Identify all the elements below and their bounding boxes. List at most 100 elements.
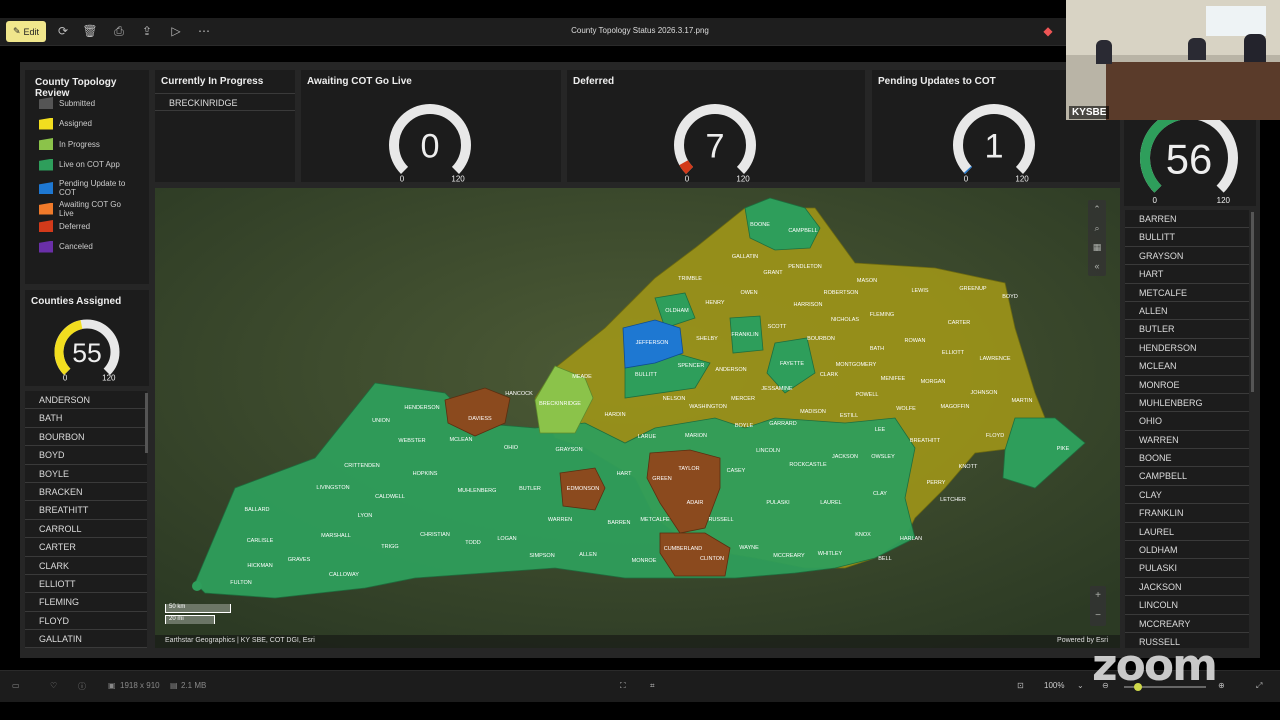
county-label[interactable]: CALLOWAY [329, 572, 359, 578]
county-label[interactable]: PULASKI [766, 500, 790, 506]
zoom-out-icon[interactable]: − [1090, 606, 1106, 626]
county-label[interactable]: MONTGOMERY [836, 362, 877, 368]
fullscreen-icon[interactable]: ⤢ [1256, 681, 1262, 691]
county-label[interactable]: LEWIS [911, 288, 928, 294]
list-item[interactable]: METCALFE [1125, 283, 1249, 302]
county-label[interactable]: DAVIESS [468, 416, 492, 422]
county-label[interactable]: PIKE [1057, 446, 1070, 452]
county-label[interactable]: BOONE [750, 222, 770, 228]
county-label[interactable]: POWELL [856, 392, 879, 398]
county-label[interactable]: NELSON [663, 396, 686, 402]
county-label[interactable]: GREEN [652, 476, 672, 482]
county-label[interactable]: OHIO [504, 445, 519, 451]
county-label[interactable]: JOHNSON [971, 390, 998, 396]
video-participant[interactable]: KYSBE [1066, 0, 1280, 120]
county-label[interactable]: OWEN [740, 290, 757, 296]
county-label[interactable]: BOURBON [807, 336, 835, 342]
county-label[interactable]: CASEY [727, 468, 746, 474]
county-label[interactable]: ADAIR [687, 500, 704, 506]
list-item[interactable]: HART [1125, 265, 1249, 284]
county-label[interactable]: KNOX [855, 532, 871, 538]
county-label[interactable]: MARSHALL [321, 533, 351, 539]
county-label[interactable]: BULLITT [635, 372, 658, 378]
county-label[interactable]: HANCOCK [505, 391, 533, 397]
county-label[interactable]: FLEMING [870, 312, 894, 318]
county-label[interactable]: GALLATIN [732, 254, 758, 260]
list-item[interactable]: FRANKLIN [1125, 504, 1249, 523]
county-label[interactable]: MUHLENBERG [458, 488, 497, 494]
crop-icon[interactable]: ⛶ [620, 681, 626, 691]
county-label[interactable]: TAYLOR [678, 466, 699, 472]
county-label[interactable]: CARTER [948, 320, 971, 326]
county-label[interactable]: TRIMBLE [678, 276, 702, 282]
county-label[interactable]: SPENCER [678, 363, 705, 369]
county-label[interactable]: HARLAN [900, 536, 922, 542]
county-label[interactable]: HARDIN [604, 412, 625, 418]
county-label[interactable]: ROBERTSON [824, 290, 859, 296]
list-item[interactable]: BUTLER [1125, 320, 1249, 339]
list-item[interactable]: ANDERSON [25, 391, 147, 410]
chevron-down-icon[interactable]: ⌄ [1077, 681, 1084, 690]
county-label[interactable]: MARION [685, 433, 707, 439]
info-icon[interactable]: ⓘ [78, 681, 86, 692]
county-label[interactable]: ANDERSON [715, 367, 746, 373]
county-label[interactable]: GRAVES [288, 557, 311, 563]
chevron-left-icon[interactable]: « [1088, 257, 1106, 276]
county-label[interactable]: HENRY [705, 300, 724, 306]
county-label[interactable]: MCLEAN [450, 437, 473, 443]
county-label[interactable]: WHITLEY [818, 551, 843, 557]
county-label[interactable]: CAMPBELL [788, 228, 817, 234]
county-label[interactable]: BALLARD [244, 507, 269, 513]
county-label[interactable]: BOYD [1002, 294, 1018, 300]
county-label[interactable]: GREENUP [959, 286, 987, 292]
county-label[interactable]: BRECKINRIDGE [539, 401, 581, 407]
ocr-icon[interactable]: ⌗ [650, 681, 655, 691]
county-label[interactable]: HARRISON [793, 302, 822, 308]
county-label[interactable]: WEBSTER [398, 438, 425, 444]
county-label[interactable]: LYON [358, 513, 373, 519]
county-label[interactable]: PENDLETON [788, 264, 822, 270]
county-label[interactable]: JACKSON [832, 454, 858, 460]
county-label[interactable]: CUMBERLAND [664, 546, 703, 552]
county-label[interactable]: MADISON [800, 409, 826, 415]
county-label[interactable]: FRANKLIN [731, 332, 758, 338]
county-label[interactable]: OLDHAM [665, 308, 689, 314]
county-label[interactable]: RUSSELL [708, 517, 733, 523]
list-item[interactable]: OLDHAM [1125, 541, 1249, 560]
fit-icon[interactable]: ⊡ [1017, 681, 1024, 690]
list-item[interactable]: BARREN [1125, 210, 1249, 229]
county-label[interactable]: LEE [875, 427, 886, 433]
list-item[interactable]: ELLIOTT [25, 574, 147, 594]
county-label[interactable]: ESTILL [840, 413, 858, 419]
county-label[interactable]: METCALFE [640, 517, 670, 523]
list-item[interactable]: BREATHITT [25, 501, 147, 520]
county-label[interactable]: FAYETTE [780, 361, 804, 367]
county-label[interactable]: JESSAMINE [761, 386, 793, 392]
county-label[interactable]: BATH [870, 346, 884, 352]
list-item[interactable]: CLARK [25, 556, 147, 575]
list-item[interactable]: MUHLENBERG [1125, 393, 1249, 413]
county-map[interactable]: BOONE CAMPBELL GALLATIN GRANT PENDLETON TRIMB… [155, 188, 1120, 648]
county-label[interactable]: HART [617, 471, 633, 477]
county-label[interactable]: SHELBY [696, 336, 718, 342]
county-label[interactable]: SIMPSON [529, 553, 554, 559]
county-label[interactable]: BOYLE [735, 423, 754, 429]
scrollbar[interactable] [145, 393, 148, 453]
list-item[interactable]: LAUREL [1125, 522, 1249, 542]
county-label[interactable]: CLARK [820, 372, 839, 378]
list-item[interactable]: GRAYSON [1125, 246, 1249, 266]
county-label[interactable]: OWSLEY [871, 454, 895, 460]
county-label[interactable]: GARRARD [769, 421, 797, 427]
county-label[interactable]: MEADE [572, 374, 592, 380]
county-label[interactable]: MASON [857, 278, 877, 284]
county-label[interactable]: NICHOLAS [831, 317, 859, 323]
county-label[interactable]: LARUE [638, 434, 657, 440]
county-label[interactable]: ALLEN [579, 552, 596, 558]
county-label[interactable]: WASHINGTON [689, 404, 727, 410]
county-label[interactable]: CRITTENDEN [344, 463, 379, 469]
county-label[interactable]: FLOYD [986, 433, 1004, 439]
county-label[interactable]: BUTLER [519, 486, 541, 492]
list-item[interactable]: MCCREARY [1125, 614, 1249, 633]
county-label[interactable]: JEFFERSON [636, 340, 669, 346]
county-label[interactable]: TODD [465, 540, 481, 546]
